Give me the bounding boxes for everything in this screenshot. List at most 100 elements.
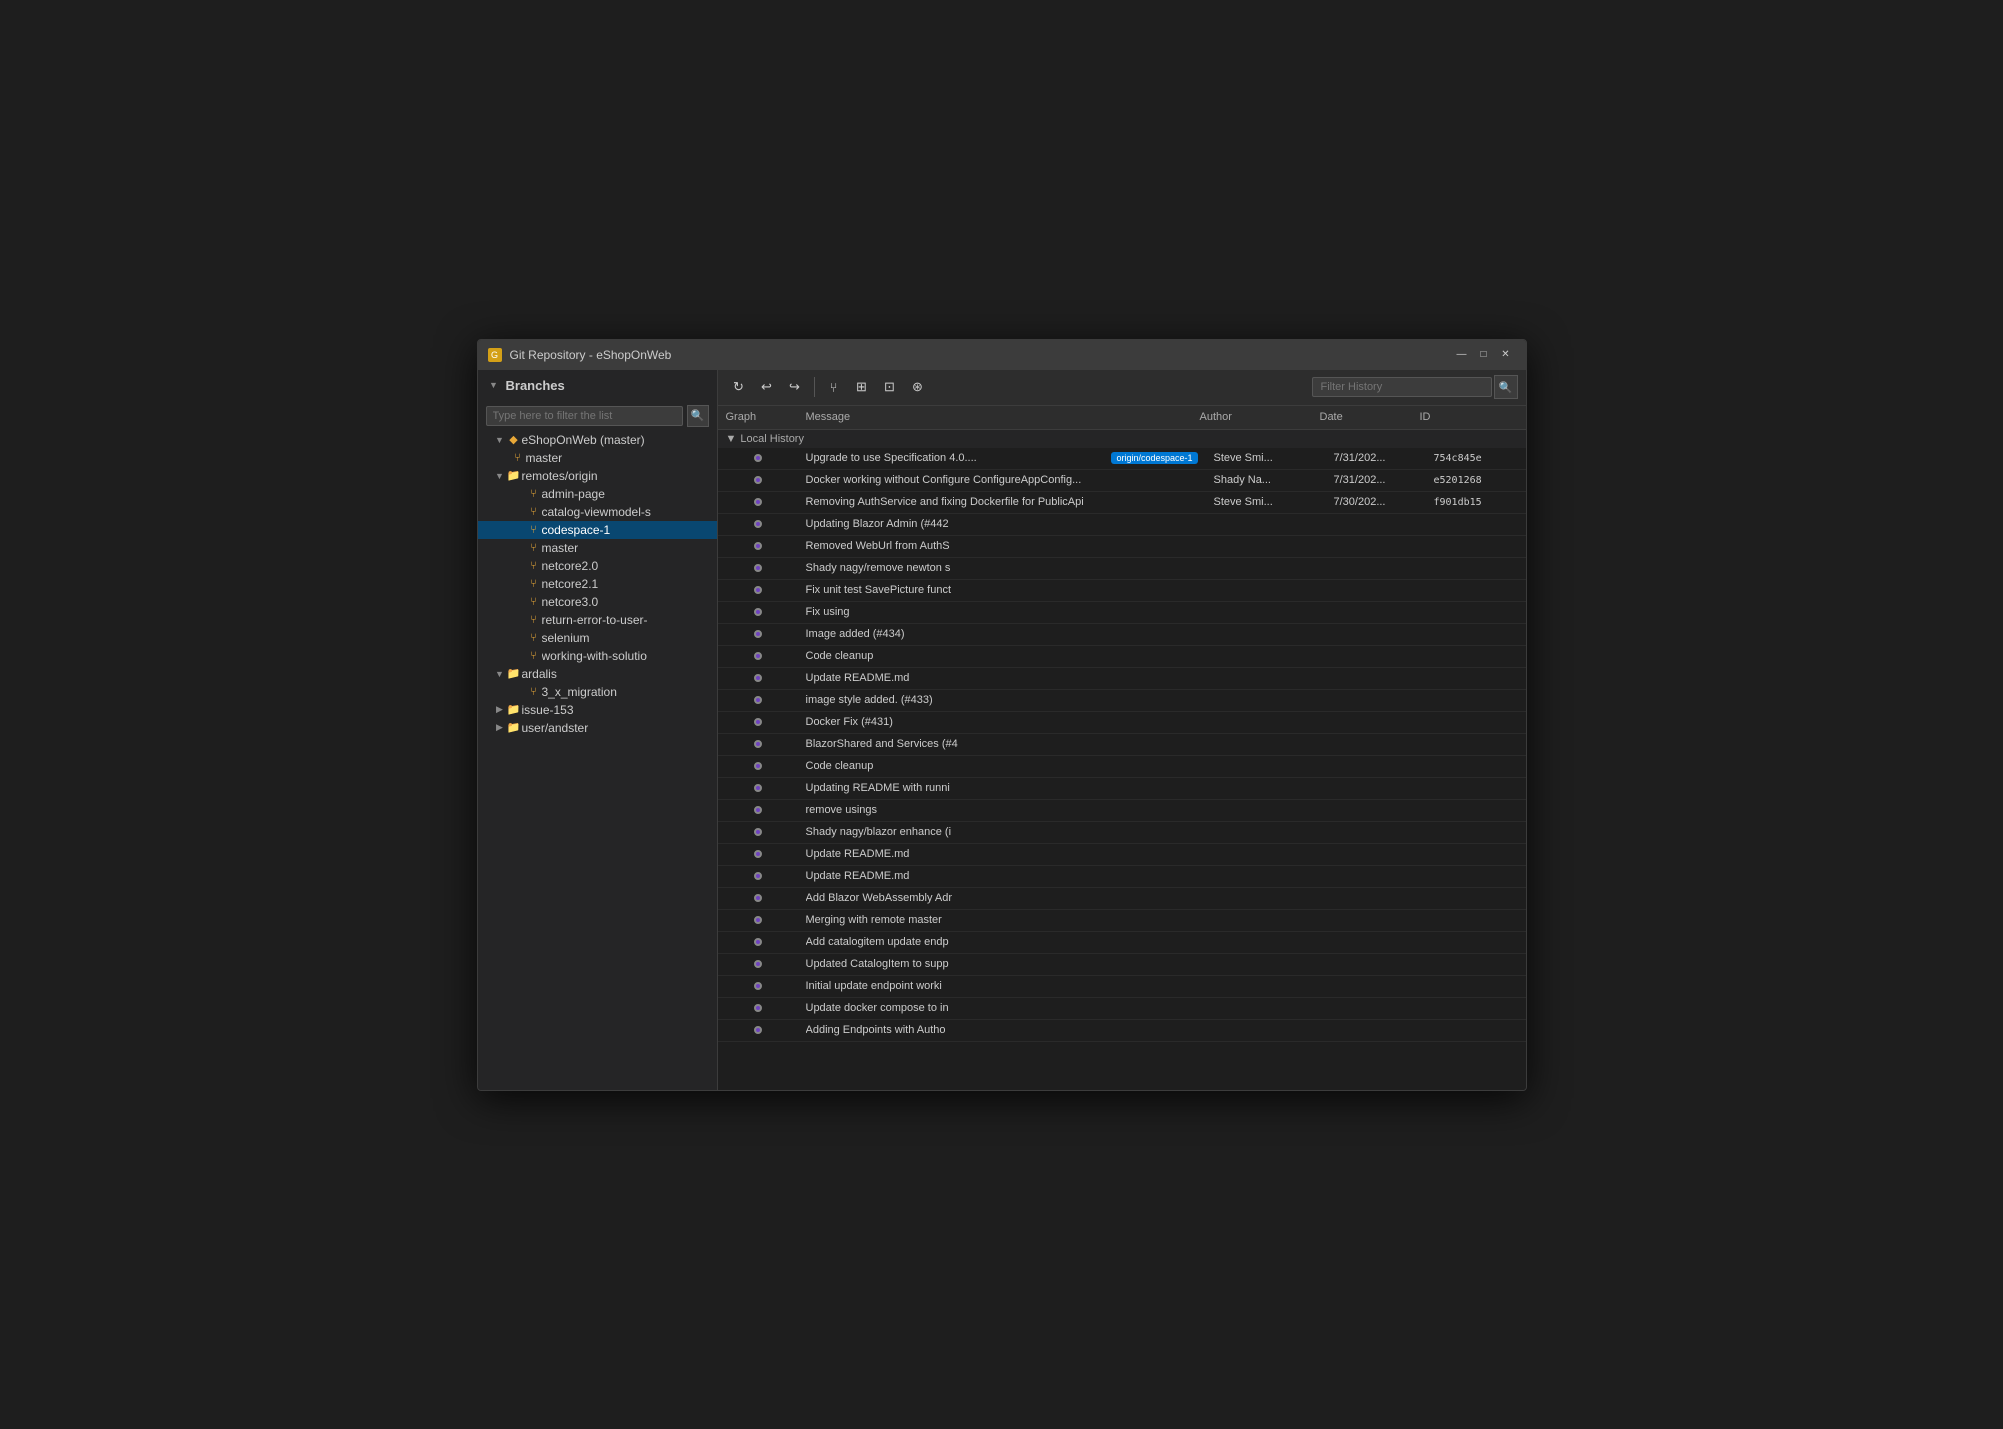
tree-item-netcore30[interactable]: ⑂ netcore3.0 [478,593,717,611]
tree-item-eshop-root[interactable]: ▼ ◆ eShopOnWeb (master) [478,431,717,449]
history-row[interactable]: Merging with remote master [718,910,1526,932]
tree-item-return-error[interactable]: ⑂ return-error-to-user- [478,611,717,629]
history-row[interactable]: Docker working without Configure Configu… [718,470,1526,492]
search-button[interactable]: 🔍 [687,405,709,427]
tree-item-master[interactable]: ⑂ master [478,449,717,467]
commit-dot-8 [754,630,762,638]
branch-icon-admin: ⑂ [526,488,542,500]
title-bar-left: G Git Repository - eShopOnWeb [488,348,672,362]
filter-search-button[interactable]: 🔍 [1494,375,1518,399]
collapse-arrow[interactable]: ▼ [488,380,500,390]
tree-item-master2[interactable]: ⑂ master [478,539,717,557]
history-row[interactable]: Docker Fix (#431) [718,712,1526,734]
tree-item-selenium[interactable]: ⑂ selenium [478,629,717,647]
tree-item-working-with[interactable]: ⑂ working-with-solutio [478,647,717,665]
redo-button[interactable]: ↪ [782,374,808,400]
close-button[interactable]: ✕ [1496,345,1516,365]
history-row[interactable]: Updating README with runni [718,778,1526,800]
graph-col-5 [718,557,798,579]
commit-message-26: Adding Endpoints with Autho [806,1024,1198,1036]
tree-label-netcore30: netcore3.0 [542,595,717,609]
history-row[interactable]: Update README.md [718,844,1526,866]
tree-item-netcore20[interactable]: ⑂ netcore2.0 [478,557,717,575]
history-row[interactable]: Add Blazor WebAssembly Adr [718,888,1526,910]
settings-button[interactable]: ⊛ [905,374,931,400]
history-row[interactable]: Updated CatalogItem to supp [718,954,1526,976]
message-col-1: Docker working without Configure Configu… [798,474,1206,486]
refresh-button[interactable]: ↻ [726,374,752,400]
tree-label-working-with: working-with-solutio [542,649,717,663]
commit-message-21: Merging with remote master [806,914,1198,926]
commit-message-7: Fix using [806,606,1198,618]
tree-item-3x-migration[interactable]: ⑂ 3_x_migration [478,683,717,701]
commit-dot-14 [754,762,762,770]
history-row[interactable]: Updating Blazor Admin (#442 [718,514,1526,536]
message-col-23: Updated CatalogItem to supp [798,958,1206,970]
commit-message-17: Shady nagy/blazor enhance (i [806,826,1198,838]
message-col-15: Updating README with runni [798,782,1206,794]
commit-message-13: BlazorShared and Services (#4 [806,738,1198,750]
graph-col-13 [718,733,798,755]
history-row[interactable]: Upgrade to use Specification 4.0....orig… [718,448,1526,470]
history-row[interactable]: Add catalogitem update endp [718,932,1526,954]
branch-icon-3x: ⑂ [526,686,542,698]
history-row[interactable]: Adding Endpoints with Autho [718,1020,1526,1042]
message-col-14: Code cleanup [798,760,1206,772]
maximize-button[interactable]: □ [1474,345,1494,365]
commit-dot-15 [754,784,762,792]
filter-history-input[interactable] [1312,377,1492,397]
history-row[interactable]: Update docker compose to in [718,998,1526,1020]
tree-item-user-andster[interactable]: ▶ 📁 user/andster [478,719,717,737]
history-row[interactable]: Update README.md [718,668,1526,690]
history-row[interactable]: Shady nagy/remove newton s [718,558,1526,580]
history-row[interactable]: Shady nagy/blazor enhance (i [718,822,1526,844]
minimize-button[interactable]: — [1452,345,1472,365]
tree-item-ardalis[interactable]: ▼ 📁 ardalis [478,665,717,683]
tree-label-eshop: eShopOnWeb (master) [522,433,717,447]
history-row[interactable]: image style added. (#433) [718,690,1526,712]
graph-col-2 [718,491,798,513]
commit-message-19: Update README.md [806,870,1198,882]
search-input[interactable] [486,406,683,426]
history-row[interactable]: BlazorShared and Services (#4 [718,734,1526,756]
commit-message-24: Initial update endpoint worki [806,980,1198,992]
history-row[interactable]: Fix unit test SavePicture funct [718,580,1526,602]
commit-dot-11 [754,696,762,704]
branch-tree: ▼ ◆ eShopOnWeb (master) ⑂ master ▼ 📁 rem [478,431,717,1090]
tree-item-admin-page[interactable]: ⑂ admin-page [478,485,717,503]
history-row[interactable]: Image added (#434) [718,624,1526,646]
commit-message-8: Image added (#434) [806,628,1198,640]
commit-message-2: Removing AuthService and fixing Dockerfi… [806,496,1198,508]
branch-button[interactable]: ⑂ [821,374,847,400]
graph-col-0 [718,448,798,470]
local-history-section: ▼ Local History [718,430,1526,448]
history-list[interactable]: Upgrade to use Specification 4.0....orig… [718,448,1526,1090]
history-row[interactable]: Removed WebUrl from AuthS [718,536,1526,558]
history-row[interactable]: Removing AuthService and fixing Dockerfi… [718,492,1526,514]
commit-dot-3 [754,520,762,528]
commit-message-18: Update README.md [806,848,1198,860]
tree-item-issue-153[interactable]: ▶ 📁 issue-153 [478,701,717,719]
window-controls: — □ ✕ [1452,345,1516,365]
commit-dot-25 [754,1004,762,1012]
history-row[interactable]: remove usings [718,800,1526,822]
undo-button[interactable]: ↩ [754,374,780,400]
history-row[interactable]: Fix using [718,602,1526,624]
history-row[interactable]: Initial update endpoint worki [718,976,1526,998]
tree-item-remotes-origin[interactable]: ▼ 📁 remotes/origin [478,467,717,485]
commit-message-6: Fix unit test SavePicture funct [806,584,1198,596]
history-row[interactable]: Code cleanup [718,756,1526,778]
branch-icon-netcore30: ⑂ [526,596,542,608]
graph-col-8 [718,623,798,645]
graph-col-24 [718,975,798,997]
grid-button-2[interactable]: ⊡ [877,374,903,400]
date-col-1: 7/31/202... [1326,474,1426,486]
graph-col-17 [718,821,798,843]
history-row[interactable]: Update README.md [718,866,1526,888]
grid-button-1[interactable]: ⊞ [849,374,875,400]
history-row[interactable]: Code cleanup [718,646,1526,668]
tree-item-catalog-viewmodel[interactable]: ⑂ catalog-viewmodel-s [478,503,717,521]
graph-col-9 [718,645,798,667]
tree-item-netcore21[interactable]: ⑂ netcore2.1 [478,575,717,593]
tree-item-codespace-1[interactable]: ⑂ codespace-1 [478,521,717,539]
